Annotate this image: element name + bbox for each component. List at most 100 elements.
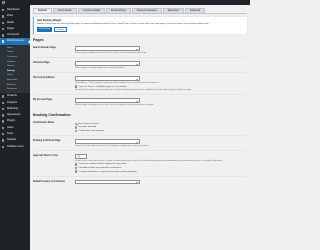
comments-icon bbox=[2, 34, 5, 37]
open-terms-new-window-desc: By enabling this option you can avoid er… bbox=[75, 88, 192, 91]
setting-row: Search Results Page Select page to displa… bbox=[33, 43, 247, 59]
tab-email-settings[interactable]: Email Settings bbox=[106, 8, 131, 13]
search-results-page-desc: Select page to display search results. U… bbox=[75, 51, 147, 54]
checkout-page-select[interactable] bbox=[75, 61, 140, 66]
checkbox[interactable] bbox=[75, 163, 78, 166]
media-icon bbox=[2, 21, 5, 24]
checkout-page-desc: Select page user will be redirected to c… bbox=[75, 66, 125, 69]
notice-text: Booking Confirmation and Search Results … bbox=[37, 23, 210, 25]
pages-section-title: Pages bbox=[33, 38, 44, 43]
my-account-page-field: Select a page to display user account. U… bbox=[75, 98, 247, 106]
checkbox-label: Full address fields are required for res… bbox=[78, 167, 122, 170]
checkbox-label: Open the Terms & Conditions page in a ne… bbox=[78, 85, 127, 88]
pages-settings: Search Results Page Select page to displa… bbox=[33, 43, 247, 109]
search-results-page-select[interactable] bbox=[75, 46, 140, 51]
submenu-item-resources[interactable]: Resources bbox=[0, 87, 30, 92]
sidebar-item-label: Products bbox=[7, 94, 17, 98]
booking-section-title: Booking Confirmation bbox=[33, 113, 71, 118]
tools-icon bbox=[2, 133, 5, 136]
required-field-option[interactable]: Country of residence field is required f… bbox=[75, 163, 247, 166]
products-icon bbox=[2, 95, 5, 98]
tab-general[interactable]: General bbox=[33, 8, 52, 14]
sidebar-item-collapse-menu[interactable]: Collapse menu bbox=[0, 144, 30, 150]
setting-row: Terms & Conditions If you define a "Terms… bbox=[33, 73, 247, 96]
checkbox[interactable] bbox=[75, 170, 78, 173]
required-field-option[interactable]: Customer information is required when pl… bbox=[75, 170, 247, 173]
radio-button[interactable] bbox=[75, 122, 79, 126]
radio-label: By admin manually bbox=[78, 126, 97, 129]
settings-icon bbox=[2, 139, 5, 142]
sidebar-item-label: Comments bbox=[7, 33, 20, 37]
booking-confirmed-page-select[interactable] bbox=[75, 139, 140, 144]
tab-customer-emails[interactable]: Customer Emails bbox=[77, 8, 106, 13]
checkbox[interactable] bbox=[75, 85, 78, 88]
checkout-page-label: Checkout Page bbox=[33, 62, 50, 65]
confirmation-mode-option[interactable]: Confirmation upon payment bbox=[75, 129, 247, 133]
sidebar-item-label: Dashboard bbox=[7, 8, 20, 11]
admin-sidebar: Dashboard Posts Media Pages Comments WooComm… bbox=[0, 5, 30, 250]
woocommerce-submenu: Home Orders Customers Coupons Reports Setting… bbox=[0, 44, 30, 94]
approval-time-label: Approval Time for User bbox=[33, 154, 59, 157]
radio-label: By customer via email bbox=[78, 122, 99, 125]
sidebar-item-label: Settings bbox=[7, 138, 17, 142]
marketing-icon bbox=[2, 107, 5, 111]
booking-confirmed-page-desc: Page user will be redirected to once the… bbox=[75, 144, 150, 147]
tab-payment-gateways[interactable]: Payment Gateways bbox=[131, 8, 162, 13]
collapse-icon bbox=[2, 145, 5, 148]
appearance-icon bbox=[2, 114, 5, 117]
sidebar-item-label: Media bbox=[7, 20, 14, 24]
sidebar-item-label: Analytics bbox=[7, 100, 18, 104]
my-account-page-select[interactable] bbox=[75, 98, 140, 103]
sidebar-item-label: Collapse menu bbox=[7, 144, 24, 148]
wordpress-logo-icon[interactable] bbox=[1, 0, 5, 5]
required-field-option[interactable]: Full address fields are required for res… bbox=[75, 166, 247, 170]
admin-bar bbox=[0, 0, 250, 5]
setting-row: Checkout Page Select page user will be re… bbox=[33, 58, 247, 74]
tab-admin-emails[interactable]: Admin Emails bbox=[52, 8, 77, 13]
terms-conditions-desc: If you define a "Terms" page the custome… bbox=[75, 81, 160, 84]
sidebar-item-woocommerce[interactable]: WooCommerce bbox=[0, 38, 30, 45]
terms-conditions-field: If you define a "Terms" page the custome… bbox=[75, 76, 247, 91]
tab-extensions[interactable]: Extensions bbox=[162, 8, 184, 13]
search-results-page-field: Select page to display search results. U… bbox=[75, 46, 247, 54]
search-results-page-label: Search Results Page bbox=[33, 47, 56, 50]
sidebar-item-label: Posts bbox=[7, 14, 14, 18]
radio-label: Confirmation upon payment bbox=[78, 129, 105, 132]
sidebar-item-label: Tools bbox=[7, 132, 13, 135]
radio-button[interactable] bbox=[75, 129, 78, 133]
open-terms-new-window-option[interactable]: Open the Terms & Conditions page in a ne… bbox=[75, 85, 247, 88]
tab-advanced[interactable]: Advanced bbox=[184, 8, 206, 13]
confirmation-mode-option[interactable]: By customer via email bbox=[75, 122, 247, 126]
default-country-label: Default Country on Checkout bbox=[33, 180, 65, 183]
approval-time-input[interactable]: 20 bbox=[75, 154, 87, 159]
main-content: General Admin Emails Customer Emails Email … bbox=[33, 8, 247, 187]
confirmation-mode-option[interactable]: By admin manually bbox=[75, 126, 247, 129]
checkbox-label: Country of residence field is required f… bbox=[78, 163, 127, 166]
setting-row: My Account Page Select a page to display … bbox=[33, 95, 247, 109]
sidebar-item-label: Plugins bbox=[7, 119, 16, 123]
users-icon bbox=[2, 126, 5, 130]
install-pages-notice: Data Booking Widget Booking Confirmation… bbox=[33, 17, 247, 35]
woocommerce-icon bbox=[2, 40, 5, 43]
install-pages-button[interactable]: Install Pages bbox=[37, 27, 53, 33]
checkout-page-field: Select page user will be redirected to c… bbox=[75, 61, 247, 69]
settings-tabs: General Admin Emails Customer Emails Email … bbox=[33, 8, 247, 14]
dashboard-icon bbox=[2, 9, 5, 12]
booking-settings: Confirmation Mode By customer via email B… bbox=[33, 118, 247, 187]
sidebar-item-label: Users bbox=[7, 125, 14, 129]
confirmation-mode-label: Confirmation Mode bbox=[33, 122, 54, 125]
my-account-page-label: My Account Page bbox=[33, 99, 53, 102]
checkbox[interactable] bbox=[75, 166, 78, 170]
default-country-select[interactable] bbox=[75, 179, 140, 185]
sidebar-item-label: WooCommerce bbox=[7, 39, 25, 43]
my-account-page-desc: Select a page to display user account. U… bbox=[75, 103, 154, 106]
terms-conditions-select[interactable] bbox=[75, 76, 140, 81]
analytics-icon bbox=[2, 101, 5, 104]
notice-title: Data Booking Widget bbox=[37, 19, 62, 22]
radio-button[interactable] bbox=[75, 126, 78, 129]
sidebar-item-label: Marketing bbox=[7, 106, 18, 110]
sidebar-item-label: Pages bbox=[7, 26, 15, 30]
plugins-icon bbox=[2, 120, 5, 123]
posts-icon bbox=[2, 15, 5, 18]
dismiss-button[interactable]: Dismiss bbox=[53, 27, 67, 33]
